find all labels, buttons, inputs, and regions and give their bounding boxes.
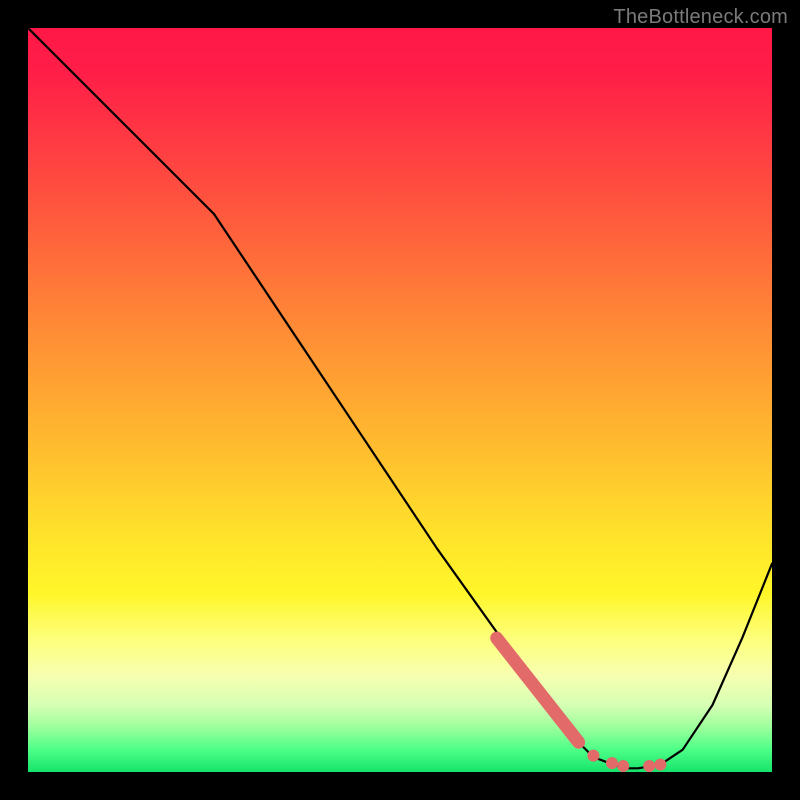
highlight-dot <box>643 760 655 772</box>
chart-overlay-svg <box>28 28 772 772</box>
highlight-dot <box>617 760 629 772</box>
highlight-dot <box>654 759 666 771</box>
chart-plot-area <box>28 28 772 772</box>
highlight-dots-group <box>587 750 666 772</box>
highlight-dot <box>587 750 599 762</box>
chart-frame: TheBottleneck.com <box>0 0 800 800</box>
highlight-dot <box>606 757 618 769</box>
watermark-label: TheBottleneck.com <box>613 6 788 29</box>
highlight-segment <box>497 638 579 742</box>
bottleneck-curve-path <box>28 28 772 768</box>
